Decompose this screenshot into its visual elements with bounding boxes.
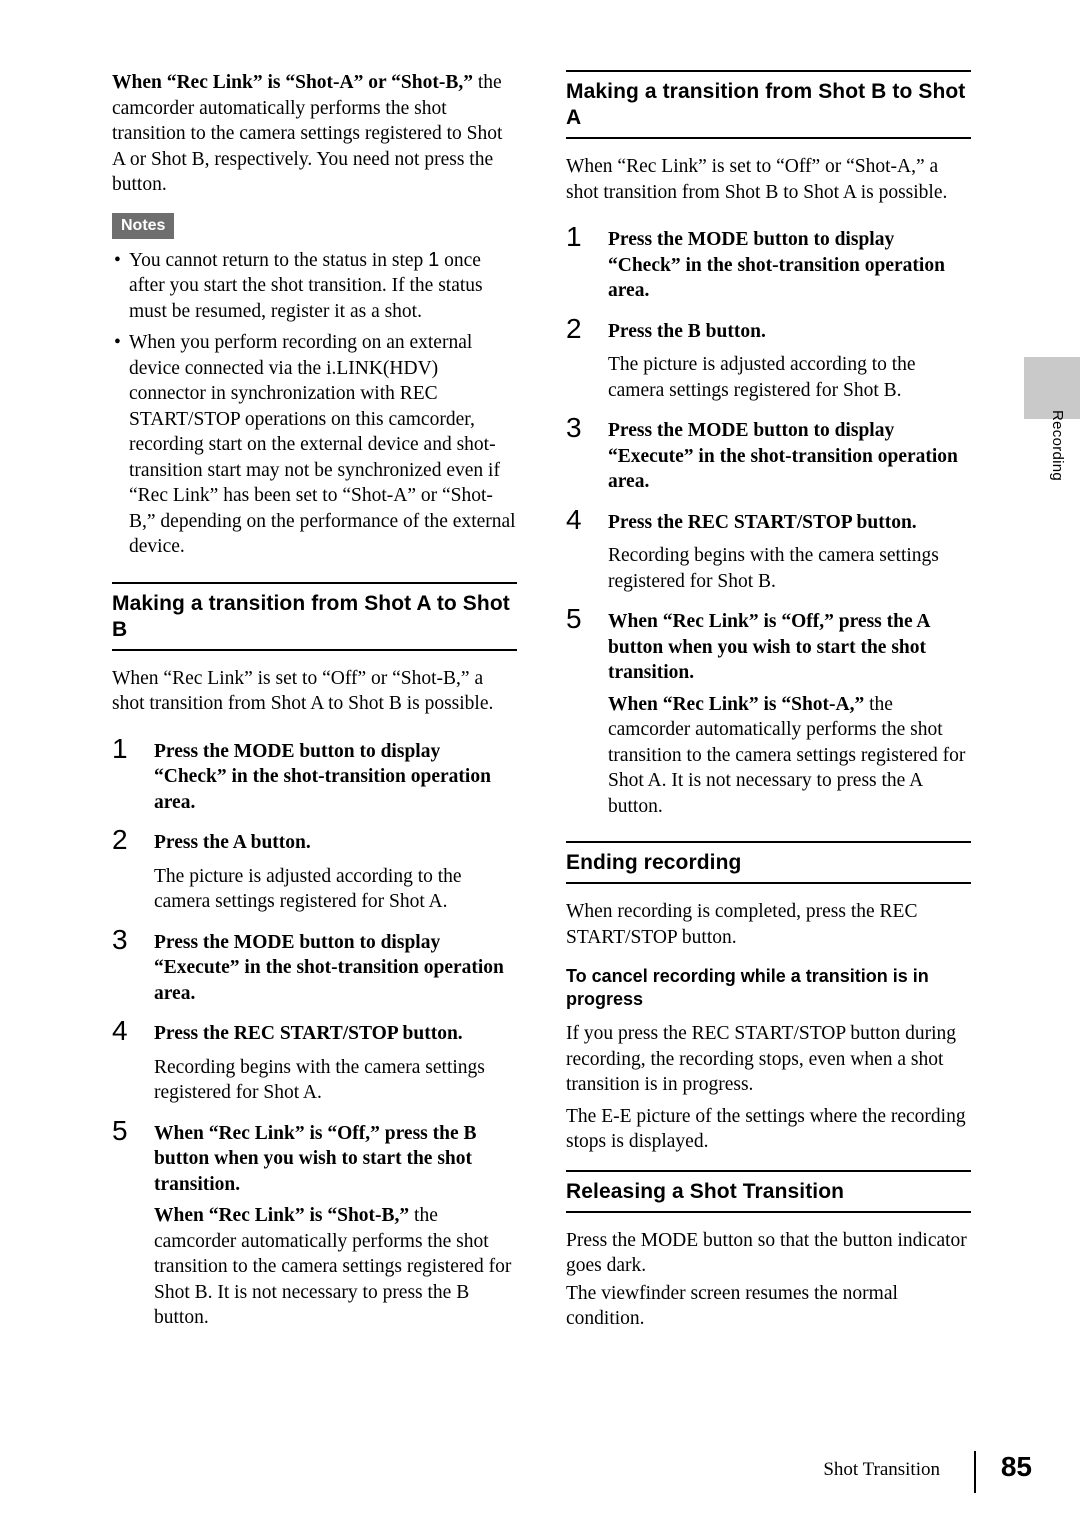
step-title: Press the REC START/STOP button.	[608, 511, 917, 533]
step-title: Press the REC START/STOP button.	[154, 1023, 463, 1044]
step-number: 2	[566, 312, 582, 344]
step-title: When “Rec Link” is “Off,” press the B bu…	[154, 1122, 477, 1195]
section-intro: When “Rec Link” is set to “Off” or “Shot…	[112, 667, 494, 715]
step-1: 1 Press the MODE button to display “Chec…	[112, 733, 517, 816]
step-number: 3	[112, 923, 128, 955]
side-tab-label: Recording	[1049, 410, 1066, 482]
note-item: • You cannot return to the status in step…	[112, 248, 517, 325]
footer-section-title: Shot Transition	[823, 1459, 940, 1480]
releasing-para-2: The viewfinder screen resumes the normal…	[566, 1282, 898, 1330]
section-heading-releasing-shot-transition: Releasing a Shot Transition	[566, 1169, 971, 1213]
intro-paragraph: When “Rec Link” is “Shot-A” or “Shot-B,”…	[112, 70, 517, 198]
step-number: 1	[112, 732, 128, 764]
section-heading-ending-recording: Ending recording	[566, 841, 971, 884]
section-intro: When “Rec Link” is set to “Off” or “Shot…	[566, 156, 948, 203]
bullet-icon: •	[114, 249, 121, 271]
step-title: Press the A button.	[154, 832, 311, 853]
final-note-bold-lead: When “Rec Link” is “Shot-A,”	[608, 693, 865, 715]
note-text-before: You cannot return to the status in step	[129, 249, 429, 271]
step-title: Press the MODE button to display “Check”…	[608, 229, 945, 301]
step-title: When “Rec Link” is “Off,” press the A bu…	[608, 611, 930, 683]
step-3: 3 Press the MODE button to display “Exec…	[112, 924, 517, 1007]
section-heading-shot-b-to-a: Making a transition from Shot B to Shot …	[566, 70, 971, 139]
notes-badge-label: Notes	[112, 212, 175, 239]
step-5-body: When “Rec Link” is “Shot-B,” the camcord…	[112, 1203, 517, 1331]
note-item: • When you perform recording on an extern…	[112, 330, 517, 560]
step-title: Press the MODE button to display “Check”…	[154, 740, 491, 813]
releasing-para-1: Press the MODE button so that the button…	[566, 1229, 967, 1277]
cancel-recording-subheading: To cancel recording while a transition i…	[566, 966, 929, 1009]
step-1: 1 Press the MODE button to display “Chec…	[566, 222, 971, 304]
cancel-recording-para-1: If you press the REC START/STOP button d…	[566, 1023, 956, 1095]
step-number: 5	[112, 1114, 128, 1146]
step-title: Press the MODE button to display “Execut…	[154, 931, 504, 1004]
step-2: 2 Press the B button.	[566, 313, 971, 345]
final-note-bold-lead: When “Rec Link” is “Shot-B,”	[154, 1205, 410, 1226]
step-number: 2	[112, 824, 128, 855]
manual-page: When “Rec Link” is “Shot-A” or “Shot-B,”…	[0, 0, 1080, 1529]
right-column: Making a transition from Shot B to Shot …	[566, 70, 971, 1332]
step-number: 4	[112, 1015, 128, 1046]
step-4: 4 Press the REC START/STOP button.	[112, 1016, 517, 1047]
left-column: When “Rec Link” is “Shot-A” or “Shot-B,”…	[112, 70, 517, 1331]
step-4-body: Recording begins with the camera setting…	[154, 1056, 485, 1104]
bullet-icon: •	[114, 332, 121, 353]
step-number: 4	[566, 503, 582, 535]
step-3: 3 Press the MODE button to display “Exec…	[566, 413, 971, 495]
step-4: 4 Press the REC START/STOP button.	[566, 504, 971, 536]
step-number: 5	[566, 603, 582, 634]
step-number: 3	[566, 412, 582, 443]
step-5-body: When “Rec Link” is “Shot-A,” the camcord…	[566, 692, 971, 820]
cancel-recording-para-2: The E-E picture of the settings where th…	[566, 1105, 966, 1153]
step-number: 1	[566, 221, 582, 252]
step-title: Press the B button.	[608, 320, 766, 342]
step-5: 5 When “Rec Link” is “Off,” press the A …	[566, 604, 971, 686]
section-heading-shot-a-to-b: Making a transition from Shot A to Shot …	[112, 581, 517, 651]
ending-recording-intro: When recording is completed, press the R…	[566, 901, 918, 948]
page-footer: Shot Transition 85	[0, 1451, 1080, 1493]
step-2: 2 Press the A button.	[112, 825, 517, 856]
step-2-body: The picture is adjusted according to the…	[154, 865, 462, 913]
note-text-before: When you perform recording on an externa…	[129, 332, 516, 557]
footer-divider	[974, 1451, 976, 1493]
step-title: Press the MODE button to display “Execut…	[608, 420, 958, 492]
notes-badge: Notes	[112, 212, 517, 239]
step-5: 5 When “Rec Link” is “Off,” press the B …	[112, 1115, 517, 1198]
page-number: 85	[1000, 1451, 1032, 1482]
note-step-number: 1	[428, 248, 440, 271]
step-4-body: Recording begins with the camera setting…	[608, 545, 939, 592]
step-2-body: The picture is adjusted according to the…	[608, 354, 916, 401]
intro-bold-lead: When “Rec Link” is “Shot-A” or “Shot-B,”	[112, 72, 473, 93]
